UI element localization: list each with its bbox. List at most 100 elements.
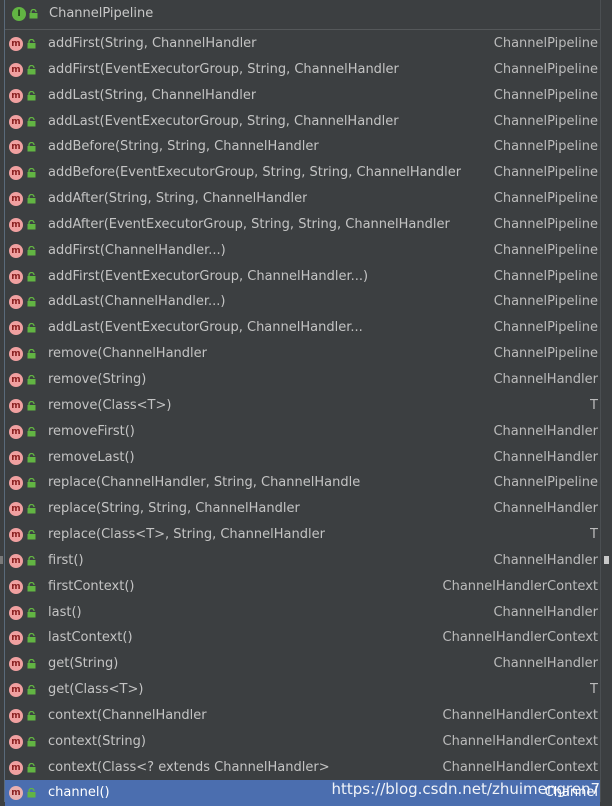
public-lock-icon <box>27 633 36 643</box>
method-icon-letter: m <box>11 607 21 618</box>
method-icon: m <box>9 502 23 517</box>
method-icon: m <box>9 450 23 465</box>
method-signature: last() <box>48 604 82 620</box>
method-icon: m <box>9 217 23 232</box>
method-icon-letter: m <box>11 142 21 153</box>
method-list-item[interactable]: m lastContext() ChannelHandlerContext <box>5 625 600 651</box>
method-list-item[interactable]: m addBefore(EventExecutorGroup, String, S… <box>5 160 600 186</box>
public-lock-icon <box>27 349 36 359</box>
method-list-item[interactable]: m addFirst(ChannelHandler...) ChannelPipel… <box>5 238 600 264</box>
method-icon: m <box>9 657 23 672</box>
method-return-type: ChannelPipeline <box>493 113 598 129</box>
method-list-item[interactable]: m addFirst(EventExecutorGroup, ChannelHan… <box>5 264 600 290</box>
method-signature: get(String) <box>48 656 119 672</box>
method-icon-letter: m <box>11 762 21 773</box>
method-icon: m <box>9 398 23 413</box>
method-return-type: ChannelHandlerContext <box>442 733 599 749</box>
method-return-type: ChannelHandler <box>493 552 598 568</box>
method-list-item[interactable]: m replace(Class<T>, String, ChannelHandle… <box>5 522 600 548</box>
method-signature: addFirst(ChannelHandler...) <box>48 242 226 258</box>
method-icon-letter: m <box>11 504 21 515</box>
method-signature: addBefore(String, String, ChannelHandler <box>48 139 319 155</box>
method-signature: remove(Class<T>) <box>48 397 172 413</box>
method-icon: m <box>9 347 23 362</box>
method-list-item[interactable]: m addLast(EventExecutorGroup, ChannelHand… <box>5 315 600 341</box>
method-list-item[interactable]: m firstContext() ChannelHandlerContext <box>5 574 600 600</box>
method-icon: m <box>9 62 23 77</box>
method-signature: addLast(String, ChannelHandler <box>48 87 257 103</box>
method-icon: m <box>9 553 23 568</box>
structure-popup: I ChannelPipeline m addFirst(String, Chan… <box>4 0 601 806</box>
method-signature: first() <box>48 552 84 568</box>
method-list-item[interactable]: m addFirst(String, ChannelHandler ChannelP… <box>5 31 600 57</box>
method-icon: m <box>9 192 23 207</box>
method-list-item[interactable]: m get(Class<T>) T <box>5 677 600 703</box>
method-icon-letter: m <box>11 116 21 127</box>
scrollbar-thumb[interactable] <box>604 556 609 564</box>
method-list-item[interactable]: m last() ChannelHandler <box>5 600 600 626</box>
public-lock-icon <box>27 168 36 178</box>
method-list-item[interactable]: m first() ChannelHandler <box>5 548 600 574</box>
method-list-item[interactable]: m context(Class<? extends ChannelHandler>… <box>5 755 600 781</box>
public-lock-icon <box>29 9 38 19</box>
method-signature: replace(ChannelHandler, String, ChannelH… <box>48 475 361 491</box>
method-list-item[interactable]: m addLast(ChannelHandler...) ChannelPipeli… <box>5 289 600 315</box>
method-list-item[interactable]: m addFirst(EventExecutorGroup, String, Ch… <box>5 57 600 83</box>
method-icon: m <box>9 321 23 336</box>
method-return-type: ChannelHandler <box>493 604 598 620</box>
method-icon: m <box>9 88 23 103</box>
method-signature: replace(Class<T>, String, ChannelHandler <box>48 527 325 543</box>
method-list-item[interactable]: m addLast(EventExecutorGroup, String, Cha… <box>5 109 600 135</box>
public-lock-icon <box>27 478 36 488</box>
method-signature: context(String) <box>48 733 146 749</box>
method-return-type: T <box>590 397 598 413</box>
method-list-item[interactable]: m get(String) ChannelHandler <box>5 651 600 677</box>
method-icon-letter: m <box>11 271 21 282</box>
method-icon: m <box>9 734 23 749</box>
method-list-item[interactable]: m addAfter(EventExecutorGroup, String, St… <box>5 212 600 238</box>
watermark: https://blog.csdn.net/zhuimengren7 <box>331 780 601 798</box>
method-list-item[interactable]: m addLast(String, ChannelHandler ChannelPi… <box>5 83 600 109</box>
method-list-item[interactable]: m addBefore(String, String, ChannelHandle… <box>5 134 600 160</box>
method-return-type: ChannelHandler <box>493 449 598 465</box>
method-icon-letter: m <box>11 555 21 566</box>
method-return-type: ChannelPipeline <box>493 61 598 77</box>
interface-icon: I <box>12 7 26 21</box>
method-icon-letter: m <box>11 168 21 179</box>
public-lock-icon <box>27 452 36 462</box>
method-icon: m <box>9 605 23 620</box>
method-list-item[interactable]: m removeFirst() ChannelHandler <box>5 419 600 445</box>
method-list-item[interactable]: m addAfter(String, String, ChannelHandler… <box>5 186 600 212</box>
method-return-type: ChannelPipeline <box>493 294 598 310</box>
method-signature: remove(ChannelHandler <box>48 346 207 362</box>
method-icon-letter: m <box>11 39 21 49</box>
method-icon-letter: m <box>11 297 21 308</box>
method-icon: m <box>9 295 23 310</box>
method-icon-letter: m <box>11 710 21 721</box>
method-list-item[interactable]: m context(ChannelHandler ChannelHandlerCon… <box>5 703 600 729</box>
method-icon: m <box>9 243 23 258</box>
public-lock-icon <box>27 219 36 230</box>
method-list-item[interactable]: m remove(ChannelHandler ChannelPipeline <box>5 341 600 367</box>
method-list: m addFirst(String, ChannelHandler ChannelP… <box>5 31 600 806</box>
method-signature: addBefore(EventExecutorGroup, String, St… <box>48 165 462 181</box>
method-signature: addAfter(EventExecutorGroup, String, Str… <box>48 216 450 232</box>
method-icon: m <box>9 269 23 284</box>
public-lock-icon <box>27 64 36 75</box>
public-lock-icon <box>27 374 36 385</box>
public-lock-icon <box>27 142 36 152</box>
method-list-item[interactable]: m removeLast() ChannelHandler <box>5 445 600 471</box>
method-list-item[interactable]: m remove(String) ChannelHandler <box>5 367 600 393</box>
method-list-item[interactable]: m remove(Class<T>) T <box>5 393 600 419</box>
method-icon-letter: m <box>11 581 21 592</box>
method-list-item[interactable]: m context(String) ChannelHandlerContext <box>5 729 600 755</box>
public-lock-icon <box>27 297 36 307</box>
public-lock-icon <box>27 659 36 669</box>
method-list-item[interactable]: m replace(String, String, ChannelHandler C… <box>5 496 600 522</box>
public-lock-icon <box>27 271 36 282</box>
public-lock-icon <box>27 39 36 49</box>
method-list-item[interactable]: m replace(ChannelHandler, String, Channel… <box>5 470 600 496</box>
public-lock-icon <box>27 90 36 101</box>
method-return-type: ChannelHandlerContext <box>442 707 599 723</box>
method-signature: addLast(EventExecutorGroup, ChannelHandl… <box>48 320 363 336</box>
